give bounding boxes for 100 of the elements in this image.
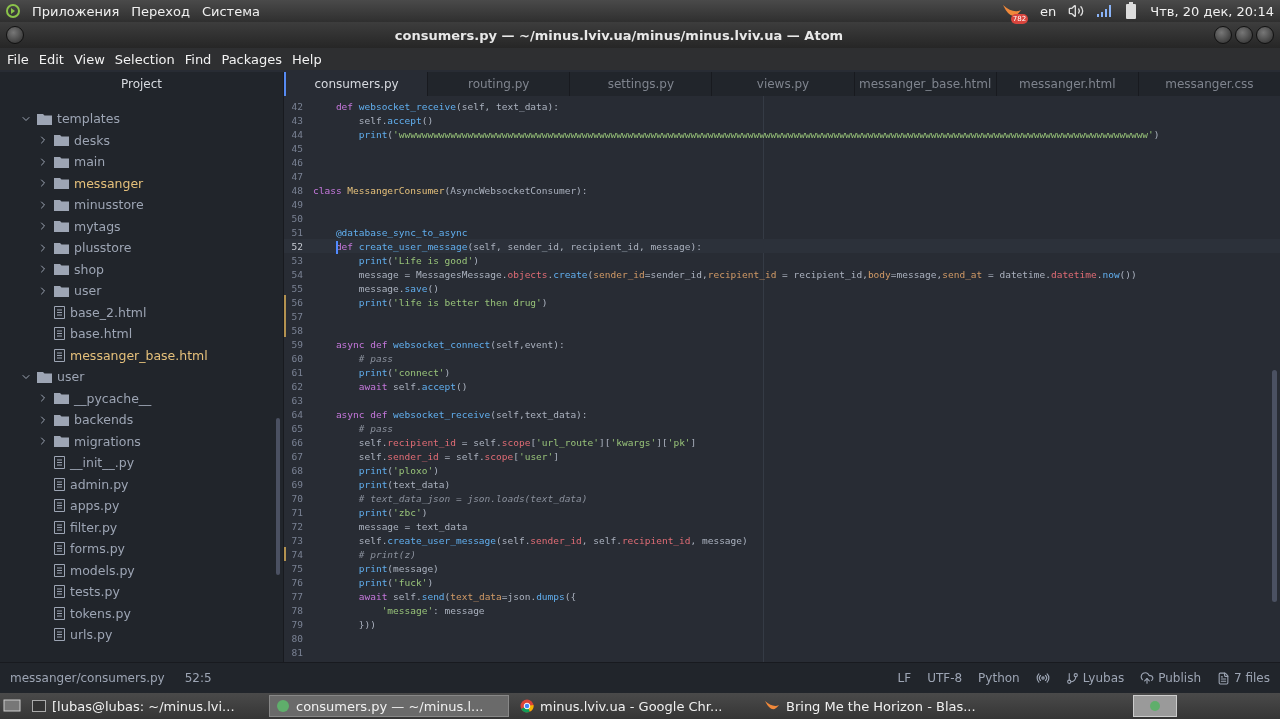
panel-menu[interactable]: Система <box>201 3 260 19</box>
tray-button[interactable] <box>1133 695 1177 717</box>
line-number: 56 <box>291 296 303 308</box>
line-number: 65 <box>291 422 303 434</box>
text-cursor <box>335 240 338 254</box>
file-name[interactable]: models.py <box>70 562 135 578</box>
cursor-position[interactable]: 52:5 <box>184 671 212 685</box>
line-number: 64 <box>291 408 303 420</box>
line-number: 44 <box>291 128 303 140</box>
close-button[interactable] <box>1256 26 1274 44</box>
line-number: 58 <box>291 324 303 336</box>
menu-item[interactable]: Edit <box>33 51 69 67</box>
file-icon <box>54 327 65 341</box>
terminal-icon <box>32 700 46 712</box>
file-name[interactable]: messanger_base.html <box>70 347 208 363</box>
antenna-icon[interactable] <box>1035 671 1050 685</box>
folder-icon <box>54 392 69 405</box>
panel-menu[interactable]: Приложения <box>32 3 120 19</box>
folder-name[interactable]: user <box>57 369 85 385</box>
desktop-icon[interactable] <box>3 698 21 714</box>
file-name[interactable]: base_2.html <box>70 304 147 320</box>
menu-item[interactable]: Selection <box>109 51 180 67</box>
code-line: print('fuck') <box>358 576 434 588</box>
taskbar-button[interactable]: [lubas@lubas: ~/minus.lvi... <box>25 695 265 717</box>
scrollbar[interactable] <box>1272 370 1277 602</box>
file-name[interactable]: tokens.py <box>70 605 131 621</box>
folder-name[interactable]: user <box>74 283 102 299</box>
line-number: 79 <box>291 618 303 630</box>
file-name[interactable]: base.html <box>70 326 133 342</box>
cloud-upload-icon[interactable] <box>1140 671 1155 685</box>
taskbar-button[interactable]: consumers.py — ~/minus.l... <box>269 695 509 717</box>
line-number: 76 <box>291 576 303 588</box>
browser-icon <box>520 699 534 713</box>
scrollbar[interactable] <box>276 418 280 575</box>
folder-icon <box>54 413 69 426</box>
clock[interactable]: Чтв, 20 дек, 20:14 <box>1150 3 1274 19</box>
keyboard-layout[interactable]: en <box>1040 3 1057 19</box>
folder-icon <box>54 220 69 233</box>
line-number: 73 <box>291 534 303 546</box>
battery-icon[interactable] <box>1124 2 1139 20</box>
code-line: })) <box>358 618 376 630</box>
folder-name[interactable]: mytags <box>74 218 121 234</box>
panel-menu[interactable]: Переход <box>131 3 190 19</box>
file-name[interactable]: urls.py <box>70 627 113 643</box>
folder-icon <box>37 370 52 383</box>
folder-name[interactable]: __pycache__ <box>74 390 152 406</box>
menu-item[interactable]: File <box>2 51 34 67</box>
line-number: 60 <box>291 352 303 364</box>
line-ending[interactable]: LF <box>897 671 912 685</box>
maximize-button[interactable] <box>1235 26 1253 44</box>
code-line: print('connect') <box>358 366 451 378</box>
menu-item[interactable]: Find <box>179 51 217 67</box>
file-name[interactable]: admin.py <box>70 476 129 492</box>
folder-name[interactable]: main <box>74 154 106 170</box>
branch-name[interactable]: Lyubas <box>1082 671 1125 685</box>
menu-item[interactable]: View <box>68 51 110 67</box>
folder-name[interactable]: minusstore <box>74 197 144 213</box>
editor-tab[interactable]: consumers.py <box>284 72 428 96</box>
changed-files[interactable]: 7 files <box>1234 671 1270 685</box>
line-number: 42 <box>291 100 303 112</box>
taskbar-button[interactable]: minus.lviv.ua - Google Chr... <box>513 695 753 717</box>
window-menu-button[interactable] <box>6 26 24 44</box>
folder-name[interactable]: plusstore <box>74 240 132 256</box>
folder-name[interactable]: desks <box>74 132 110 148</box>
branch-icon[interactable] <box>1065 671 1079 685</box>
grammar[interactable]: Python <box>978 671 1020 685</box>
line-number: 46 <box>291 156 303 168</box>
circle-icon <box>1149 700 1161 712</box>
minimize-button[interactable] <box>1214 26 1232 44</box>
folder-icon <box>54 435 69 448</box>
file-icon[interactable] <box>1217 671 1230 685</box>
folder-name[interactable]: backends <box>74 412 134 428</box>
line-number: 48 <box>291 184 303 196</box>
folder-name[interactable]: shop <box>74 261 105 277</box>
folder-name[interactable]: messanger <box>74 175 144 191</box>
file-name[interactable]: __init__.py <box>70 455 135 471</box>
file-name[interactable]: tests.py <box>70 584 120 600</box>
volume-icon[interactable] <box>1068 3 1085 19</box>
line-number: 69 <box>291 478 303 490</box>
encoding[interactable]: UTF-8 <box>927 671 963 685</box>
menu-item[interactable]: Packages <box>216 51 288 67</box>
file-name[interactable]: apps.py <box>70 498 120 514</box>
code-line: print('ploxo') <box>358 464 439 476</box>
code-line: print('Life is good') <box>358 254 479 266</box>
file-path[interactable]: messanger/consumers.py <box>10 671 165 685</box>
folder-icon <box>54 177 69 190</box>
file-name[interactable]: forms.py <box>70 541 125 557</box>
folder-name[interactable]: templates <box>57 111 120 127</box>
code-line: # pass <box>358 352 394 364</box>
folder-icon <box>37 112 52 125</box>
folder-name[interactable]: migrations <box>74 433 141 449</box>
code-line: await self.send(text_data=json.dumps({ <box>358 590 577 602</box>
menu-item[interactable]: Help <box>287 51 327 67</box>
taskbar-button[interactable]: Bring Me the Horizon - Blas... <box>757 695 997 717</box>
signal-icon[interactable] <box>1096 4 1113 18</box>
line-number: 71 <box>291 506 303 518</box>
logo-icon[interactable] <box>6 4 20 18</box>
file-name[interactable]: filter.py <box>70 519 118 535</box>
code-line: print('wwwwwwwwwwwwwwwwwwwwwwwwwwwwwwwwwwwwwwwwwwwwwwwwwwwwwwwwwwwwwwwwwwwwwwwwwwwwwwwwwwwwwwwwwwwwwwwwwwwwwwwwwwwwwwwwwwwwwwwwwwwwwwwwwww') <box>358 128 1160 140</box>
publish-link[interactable]: Publish <box>1158 671 1201 685</box>
